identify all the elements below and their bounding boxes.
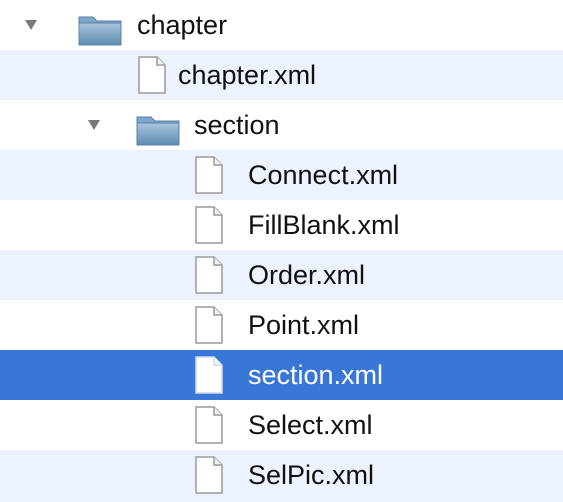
document-icon <box>194 156 224 199</box>
document-icon <box>194 406 224 449</box>
tree-item-label: Connect.xml <box>248 160 399 190</box>
tree-row-connect-xml[interactable]: Connect.xml <box>0 150 563 200</box>
disclosure-triangle-expanded[interactable] <box>88 120 100 130</box>
tree-row-selpic-xml[interactable]: SelPic.xml <box>0 450 563 502</box>
tree-item-label: Select.xml <box>248 410 373 440</box>
document-icon <box>194 356 224 399</box>
tree-item-label: Point.xml <box>248 310 360 340</box>
folder-icon <box>135 113 181 152</box>
tree-item-label: section <box>194 110 280 140</box>
document-icon <box>137 56 167 99</box>
tree-row-section-folder[interactable]: section <box>0 100 563 150</box>
tree-item-label: chapter <box>137 10 228 40</box>
tree-row-chapter-folder[interactable]: chapter <box>0 0 563 50</box>
tree-row-fillblank-xml[interactable]: FillBlank.xml <box>0 200 563 250</box>
disclosure-triangle-expanded[interactable] <box>25 20 37 30</box>
tree-item-label: FillBlank.xml <box>248 210 400 240</box>
tree-row-section-xml-selected[interactable]: section.xml <box>0 350 563 400</box>
tree-item-label: chapter.xml <box>178 60 317 90</box>
tree-item-label: SelPic.xml <box>248 460 375 490</box>
tree-row-select-xml[interactable]: Select.xml <box>0 400 563 450</box>
document-icon <box>194 456 224 499</box>
tree-item-label: section.xml <box>248 360 384 390</box>
tree-row-order-xml[interactable]: Order.xml <box>0 250 563 300</box>
file-tree: chapter chapter.xml section Connect.xml … <box>0 0 563 502</box>
tree-row-chapter-xml[interactable]: chapter.xml <box>0 50 563 100</box>
tree-row-point-xml[interactable]: Point.xml <box>0 300 563 350</box>
tree-item-label: Order.xml <box>248 260 366 290</box>
document-icon <box>194 206 224 249</box>
document-icon <box>194 256 224 299</box>
folder-icon <box>77 13 123 52</box>
document-icon <box>194 306 224 349</box>
